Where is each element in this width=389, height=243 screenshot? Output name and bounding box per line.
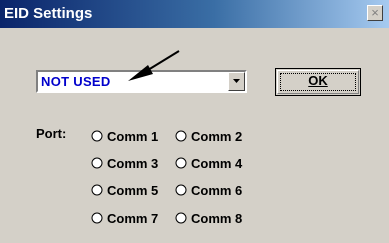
eid-settings-dialog: EID Settings × NOT USED OK Port: Comm 1 … [0,0,389,243]
annotation-arrow-icon [128,50,180,81]
